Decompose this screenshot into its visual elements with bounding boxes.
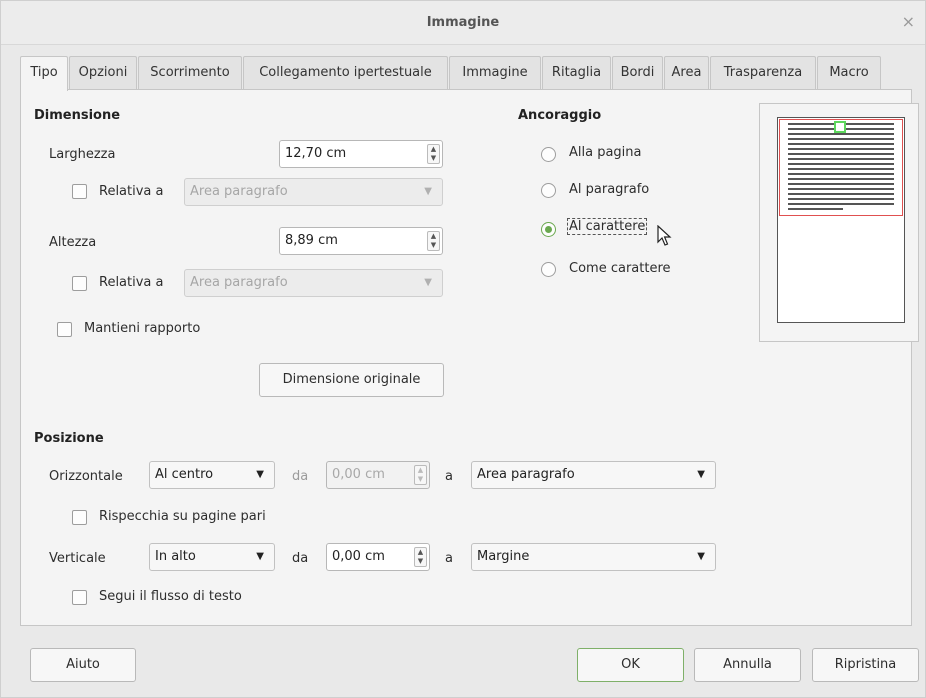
verticale-value: In alto: [155, 549, 196, 564]
ancoraggio-heading: Ancoraggio: [518, 108, 602, 123]
tab-opzioni[interactable]: Opzioni: [69, 56, 137, 89]
larghezza-value: 12,70 cm: [285, 146, 347, 161]
rispecchia-checkbox[interactable]: [72, 510, 87, 525]
help-button[interactable]: Aiuto: [30, 648, 136, 682]
al-paragrafo-label: Al paragrafo: [569, 182, 650, 197]
spin-up-icon[interactable]: ▲: [415, 548, 426, 557]
larghezza-spinbox[interactable]: 12,70 cm ▲ ▼: [279, 140, 443, 168]
tab-area[interactable]: Area: [664, 56, 709, 89]
da-orizzontale-value: 0,00 cm: [332, 467, 385, 482]
image-dialog: Immagine × Tipo Opzioni Scorrimento Coll…: [0, 0, 926, 698]
tab-macro[interactable]: Macro: [817, 56, 881, 89]
anchor-marker-icon: [834, 121, 846, 133]
altezza-stepper[interactable]: ▲ ▼: [427, 231, 440, 251]
orizzontale-value: Al centro: [155, 467, 214, 482]
dialog-title: Immagine: [426, 15, 500, 30]
chevron-down-icon: ▼: [256, 551, 264, 562]
tab-collegamento-ipertestuale[interactable]: Collegamento ipertestuale: [243, 56, 448, 89]
anchor-preview: [759, 103, 919, 342]
relativa-altezza-combo[interactable]: Area paragrafo ▼: [184, 269, 443, 297]
close-icon[interactable]: ×: [902, 12, 915, 31]
spin-up-icon[interactable]: ▲: [415, 466, 426, 475]
relativa-altezza-value: Area paragrafo: [190, 275, 288, 290]
dimensione-heading: Dimensione: [34, 108, 121, 123]
tab-bordi[interactable]: Bordi: [612, 56, 663, 89]
radio-al-paragrafo[interactable]: [541, 183, 556, 198]
radio-alla-pagina[interactable]: [541, 147, 556, 162]
da-orizzontale-stepper[interactable]: ▲ ▼: [414, 465, 427, 485]
relativa-altezza-checkbox[interactable]: [72, 276, 87, 291]
chevron-down-icon: ▼: [697, 469, 705, 480]
chevron-down-icon: ▼: [424, 186, 432, 197]
radio-al-carattere[interactable]: [541, 222, 556, 237]
radio-come-carattere[interactable]: [541, 262, 556, 277]
orizzontale-combo[interactable]: Al centro ▼: [149, 461, 275, 489]
segui-flusso-checkbox[interactable]: [72, 590, 87, 605]
rispecchia-label: Rispecchia su pagine pari: [99, 509, 266, 524]
spin-up-icon[interactable]: ▲: [428, 145, 439, 154]
reset-button[interactable]: Ripristina: [812, 648, 919, 682]
altezza-label: Altezza: [49, 235, 97, 250]
cancel-button[interactable]: Annulla: [694, 648, 801, 682]
mantieni-rapporto-checkbox[interactable]: [57, 322, 72, 337]
tab-ritaglia[interactable]: Ritaglia: [542, 56, 611, 89]
tab-trasparenza[interactable]: Trasparenza: [710, 56, 816, 89]
dimensione-originale-button[interactable]: Dimensione originale: [259, 363, 444, 397]
larghezza-stepper[interactable]: ▲ ▼: [427, 144, 440, 164]
spin-up-icon[interactable]: ▲: [428, 232, 439, 241]
tab-scorrimento[interactable]: Scorrimento: [138, 56, 242, 89]
larghezza-label: Larghezza: [49, 147, 116, 162]
da-verticale-stepper[interactable]: ▲ ▼: [414, 547, 427, 567]
alla-pagina-label: Alla pagina: [569, 145, 642, 160]
title-bar: Immagine ×: [1, 1, 925, 45]
spin-down-icon[interactable]: ▼: [415, 475, 426, 484]
da-orizzontale-spinbox[interactable]: 0,00 cm ▲ ▼: [326, 461, 430, 489]
preview-frame: [779, 119, 903, 216]
chevron-down-icon: ▼: [697, 551, 705, 562]
mantieni-rapporto-label: Mantieni rapporto: [84, 321, 201, 336]
spin-down-icon[interactable]: ▼: [415, 557, 426, 566]
a-label-verticale: a: [445, 551, 453, 566]
a-orizzontale-value: Area paragrafo: [477, 467, 575, 482]
spin-down-icon[interactable]: ▼: [428, 241, 439, 250]
posizione-heading: Posizione: [34, 431, 104, 446]
relativa-altezza-label: Relativa a: [99, 275, 164, 290]
da-verticale-value: 0,00 cm: [332, 549, 385, 564]
orizzontale-label: Orizzontale: [49, 469, 123, 484]
spin-down-icon[interactable]: ▼: [428, 154, 439, 163]
a-verticale-combo[interactable]: Margine ▼: [471, 543, 716, 571]
a-verticale-value: Margine: [477, 549, 530, 564]
da-label-orizzontale: da: [292, 469, 309, 484]
verticale-label: Verticale: [49, 551, 106, 566]
relativa-larghezza-label: Relativa a: [99, 184, 164, 199]
ok-button[interactable]: OK: [577, 648, 684, 682]
relativa-larghezza-value: Area paragrafo: [190, 184, 288, 199]
mouse-cursor-icon: [657, 225, 672, 246]
chevron-down-icon: ▼: [256, 469, 264, 480]
relativa-larghezza-checkbox[interactable]: [72, 184, 87, 199]
altezza-spinbox[interactable]: 8,89 cm ▲ ▼: [279, 227, 443, 255]
preview-page: [777, 117, 905, 323]
al-carattere-label: Al carattere: [567, 218, 648, 235]
chevron-down-icon: ▼: [424, 277, 432, 288]
da-verticale-spinbox[interactable]: 0,00 cm ▲ ▼: [326, 543, 430, 571]
segui-flusso-label: Segui il flusso di testo: [99, 589, 242, 604]
relativa-larghezza-combo[interactable]: Area paragrafo ▼: [184, 178, 443, 206]
altezza-value: 8,89 cm: [285, 233, 338, 248]
a-label-orizzontale: a: [445, 469, 453, 484]
tab-immagine[interactable]: Immagine: [449, 56, 541, 89]
verticale-combo[interactable]: In alto ▼: [149, 543, 275, 571]
da-label-verticale: da: [292, 551, 309, 566]
a-orizzontale-combo[interactable]: Area paragrafo ▼: [471, 461, 716, 489]
come-carattere-label: Come carattere: [569, 261, 671, 276]
tab-tipo[interactable]: Tipo: [20, 56, 68, 91]
